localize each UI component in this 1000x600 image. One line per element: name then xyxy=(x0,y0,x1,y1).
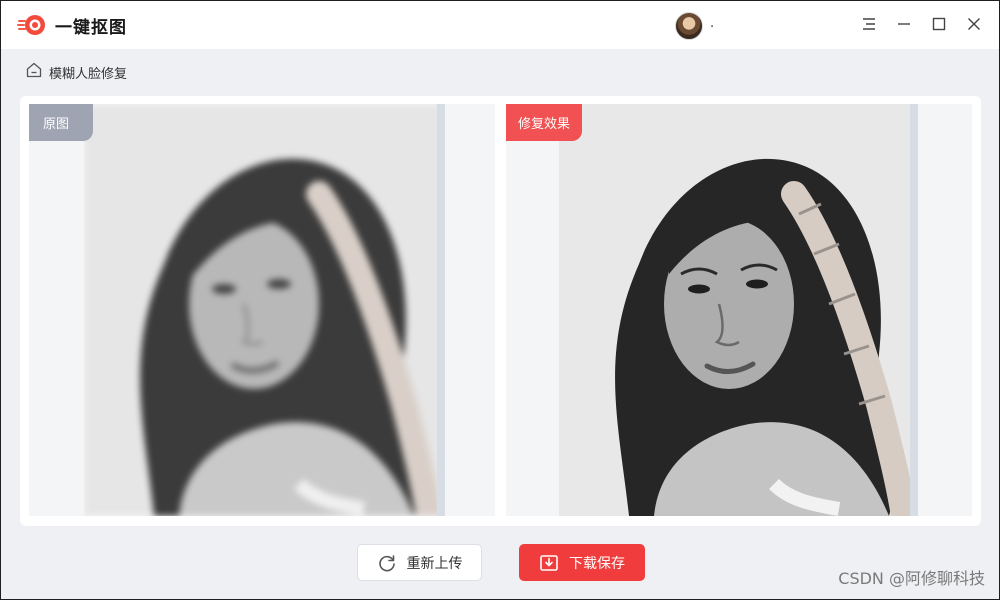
maximize-icon[interactable] xyxy=(928,13,950,35)
download-save-button[interactable]: 下载保存 xyxy=(519,544,645,581)
app-title: 一键抠图 xyxy=(55,18,127,38)
reupload-label: 重新上传 xyxy=(406,555,463,572)
restored-image xyxy=(559,104,917,516)
user-name[interactable]: . xyxy=(710,16,714,31)
reupload-button[interactable]: 重新上传 xyxy=(357,544,482,581)
save-label: 下载保存 xyxy=(569,555,625,572)
user-avatar[interactable] xyxy=(675,12,703,40)
watermark-text: CSDN @阿修聊科技 xyxy=(838,569,985,588)
title-bar: 一键抠图 . xyxy=(1,1,999,49)
original-image-panel: 原图 xyxy=(29,104,495,516)
menu-icon[interactable] xyxy=(858,13,880,35)
home-icon[interactable] xyxy=(25,61,43,83)
comparison-card: 原图 修复效果 xyxy=(20,96,981,526)
download-icon xyxy=(539,553,559,573)
minimize-icon[interactable] xyxy=(893,13,915,35)
app-logo-icon xyxy=(17,12,47,38)
app-window: 一键抠图 . 模糊人脸修复 原图 修复效果 重新上传 下载保存 CSDN @阿修… xyxy=(0,0,1000,600)
breadcrumb: 模糊人脸修复 xyxy=(25,61,127,83)
image-edge-strip xyxy=(910,104,918,516)
close-icon[interactable] xyxy=(963,13,985,35)
image-edge-strip xyxy=(437,104,445,516)
result-image-panel: 修复效果 xyxy=(506,104,972,516)
result-tag: 修复效果 xyxy=(506,104,583,141)
breadcrumb-label: 模糊人脸修复 xyxy=(49,66,128,82)
original-image xyxy=(84,104,442,516)
original-tag: 原图 xyxy=(29,104,94,141)
refresh-icon xyxy=(377,553,397,573)
